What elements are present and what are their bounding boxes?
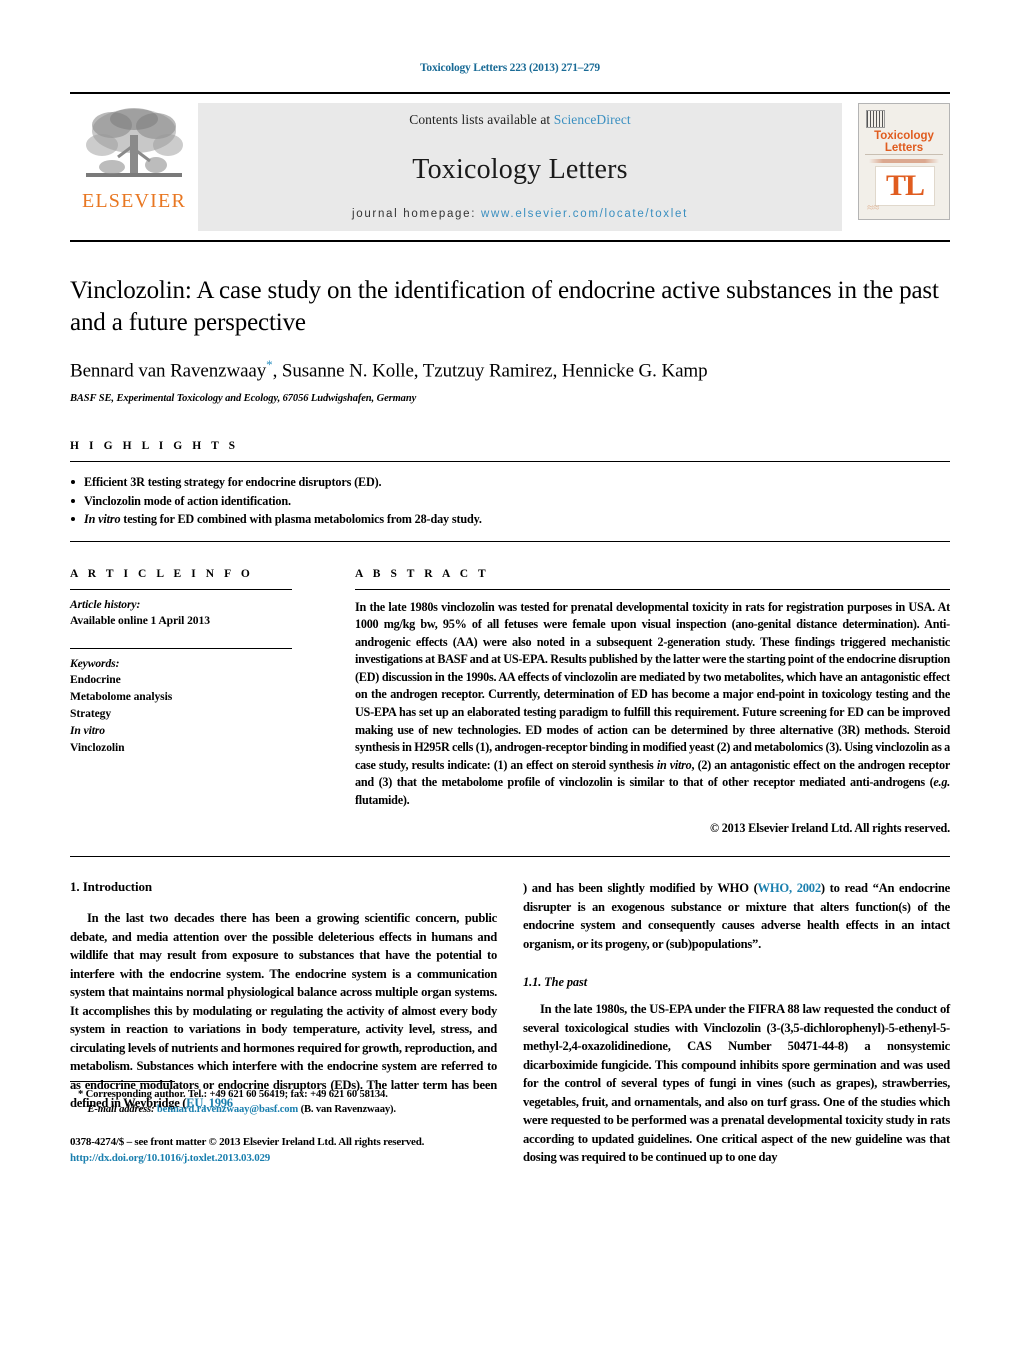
barcode-icon	[866, 110, 885, 128]
the-past-paragraph: In the late 1980s, the US-EPA under the …	[523, 1002, 950, 1165]
email-label: E-mail address:	[87, 1103, 155, 1115]
elsevier-wordmark: ELSEVIER	[81, 190, 187, 212]
info-abstract-row: A R T I C L E I N F O Article history: A…	[70, 568, 950, 837]
abstract-italic-2: e.g.	[933, 775, 950, 790]
article-info-label: A R T I C L E I N F O	[70, 567, 254, 580]
abstract-label: A B S T R A C T	[355, 567, 490, 580]
article-history-value: Available online 1 April 2013	[70, 614, 210, 628]
author-list: Bennard van Ravenzwaay*, Susanne N. Koll…	[70, 357, 950, 384]
cover-logo-box: TL	[875, 166, 935, 206]
abstract-part-1: In the late 1980s vinclozolin was tested…	[355, 599, 950, 772]
abstract-column: A B S T R A C T In the late 1980s vinclo…	[353, 568, 950, 837]
contents-available-line: Contents lists available at ScienceDirec…	[409, 112, 631, 128]
cover-title-line1: Toxicology	[874, 130, 934, 142]
journal-homepage-link[interactable]: www.elsevier.com/locate/toxlet	[481, 208, 688, 220]
keywords-block: Keywords: Endocrine Metabolome analysis …	[70, 649, 353, 757]
elsevier-tree-icon	[86, 108, 183, 177]
authors-rest: , Susanne N. Kolle, Tzutzuy Ramirez, Hen…	[272, 360, 708, 382]
intro-paragraph-right: ) and has been slightly modified by WHO …	[523, 879, 950, 953]
intro-text-b: ) and has been slightly modified by WHO …	[523, 881, 758, 896]
journal-masthead: ELSEVIER Contents lists available at Sci…	[70, 92, 950, 231]
journal-title: Toxicology Letters	[412, 153, 628, 185]
masthead-bottom-rule	[70, 240, 950, 242]
keyword-item: Metabolome analysis	[70, 690, 173, 704]
journal-band: Contents lists available at ScienceDirec…	[198, 103, 842, 231]
cover-title-line2: Letters	[884, 142, 924, 155]
keywords-label: Keywords:	[70, 656, 120, 670]
page-title: Vinclozolin: A case study on the identif…	[70, 277, 939, 336]
homepage-prefix: journal homepage:	[351, 208, 482, 220]
affiliation: BASF SE, Experimental Toxicology and Eco…	[70, 393, 417, 405]
cover-divider	[865, 154, 943, 155]
article-history: Article history: Available online 1 Apri…	[70, 590, 353, 630]
body-column-left: 1. Introduction In the last two decades …	[70, 879, 497, 1167]
abstract-italic-1: in vitro	[656, 757, 692, 772]
section-heading-introduction: 1. Introduction	[70, 879, 153, 895]
corresponding-author-footnote: * Corresponding author. Tel.: +49 621 60…	[70, 1087, 497, 1117]
email-suffix: (B. van Ravenzwaay).	[298, 1103, 396, 1115]
footnote-rule	[70, 1080, 175, 1082]
list-item: Efficient 3R testing strategy for endocr…	[70, 473, 950, 492]
cover-tl-logo: TL	[885, 169, 925, 202]
body-columns: 1. Introduction In the last two decades …	[70, 879, 950, 1167]
meta-spacer	[70, 630, 353, 648]
running-head: Toxicology Letters 223 (2013) 271–279	[420, 62, 600, 74]
section-heading-the-past: 1.1. The past	[523, 975, 588, 990]
keyword-item: Endocrine	[70, 673, 121, 687]
elsevier-logo: ELSEVIER	[70, 103, 198, 213]
highlights-list: Efficient 3R testing strategy for endocr…	[70, 462, 950, 541]
author-first: Bennard van Ravenzwaay	[70, 360, 267, 382]
keyword-item: Vinclozolin	[70, 740, 125, 754]
cover-journal-title: Toxicology Letters	[859, 130, 949, 154]
copyright-line: © 2013 Elsevier Ireland Ltd. All rights …	[709, 821, 950, 836]
doi-link[interactable]: http://dx.doi.org/10.1016/j.toxlet.2013.…	[70, 1150, 497, 1167]
citation-link-who-2002[interactable]: WHO, 2002	[758, 881, 822, 895]
highlights-bottom-rule	[70, 540, 950, 542]
journal-homepage-line: journal homepage: www.elsevier.com/locat…	[352, 208, 688, 220]
cover-signature-icon: ≈≈	[867, 202, 880, 214]
sciencedirect-link[interactable]: ScienceDirect	[554, 112, 631, 127]
highlights-section: H I G H L I G H T S Efficient 3R testing…	[70, 440, 950, 542]
issn-copyright-block: 0378-4274/$ – see front matter © 2013 El…	[70, 1134, 497, 1167]
issn-line: 0378-4274/$ – see front matter © 2013 El…	[70, 1135, 425, 1148]
highlights-label: H I G H L I G H T S	[70, 440, 239, 453]
abstract-text: In the late 1980s vinclozolin was tested…	[355, 590, 950, 810]
journal-article-page: Toxicology Letters 223 (2013) 271–279 EL…	[0, 0, 1020, 1351]
contents-prefix: Contents lists available at	[409, 112, 554, 127]
email-link[interactable]: bennard.ravenzwaay@basf.com	[157, 1104, 298, 1115]
article-history-label: Article history:	[70, 597, 141, 611]
list-item: In vitro testing for ED combined with pl…	[70, 510, 950, 529]
keyword-item: In vitro	[70, 723, 105, 737]
cover-subtitle-blur	[869, 159, 939, 163]
abstract-part-3: flutamide).	[355, 792, 410, 807]
journal-cover-block: Toxicology Letters TL ≈≈	[842, 103, 950, 220]
body-top-rule	[70, 856, 950, 858]
highlight-text: Efficient 3R testing strategy for endocr…	[84, 475, 382, 490]
journal-cover-thumbnail: Toxicology Letters TL ≈≈	[858, 103, 950, 220]
highlight-text: testing for ED combined with plasma meta…	[120, 512, 482, 527]
body-column-right: ) and has been slightly modified by WHO …	[523, 879, 950, 1167]
list-item: Vinclozolin mode of action identificatio…	[70, 492, 950, 511]
footnote-corresponding-text: Corresponding author. Tel.: +49 621 60 5…	[83, 1088, 388, 1100]
highlight-text: Vinclozolin mode of action identificatio…	[84, 493, 291, 508]
footnotes-block: * Corresponding author. Tel.: +49 621 60…	[70, 1080, 497, 1167]
highlight-text-italic: In vitro	[84, 512, 121, 527]
article-info-column: A R T I C L E I N F O Article history: A…	[70, 568, 353, 837]
keyword-item: Strategy	[70, 706, 112, 720]
